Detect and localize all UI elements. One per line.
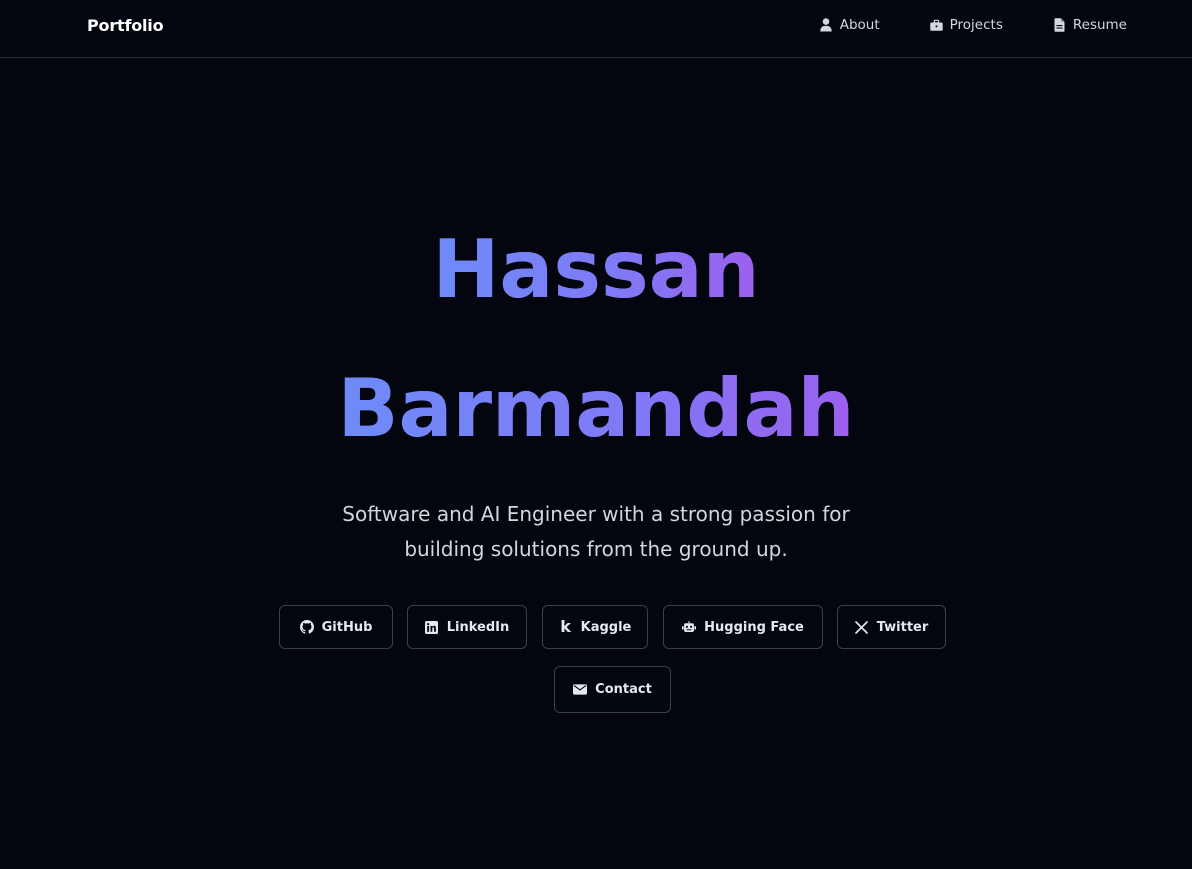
linkedin-button[interactable]: LinkedIn [407, 605, 527, 649]
github-button[interactable]: GitHub [279, 605, 393, 649]
nav-link-label: Resume [1072, 17, 1127, 33]
nav-link-projects[interactable]: Projects [929, 17, 1003, 33]
twitter-label: Twitter [876, 619, 929, 635]
briefcase-icon [929, 18, 943, 32]
hero-tagline: Software and AI Engineer with a strong p… [0, 497, 1192, 567]
contact-button[interactable]: Contact [554, 666, 671, 713]
envelope-icon [573, 683, 588, 697]
robot-icon [682, 620, 697, 634]
file-icon [1053, 18, 1066, 32]
linkedin-icon [425, 620, 439, 634]
kaggle-button[interactable]: k Kaggle [542, 605, 648, 649]
twitter-button[interactable]: Twitter [837, 605, 946, 649]
nav-links: About Projects Resume [770, 17, 1127, 33]
navbar: Portfolio About Projects Resume [0, 0, 1192, 58]
nav-link-label: About [839, 17, 880, 33]
nav-link-resume[interactable]: Resume [1053, 17, 1127, 33]
user-icon [820, 18, 833, 32]
nav-link-label: Projects [949, 17, 1003, 33]
linkedin-label: LinkedIn [446, 619, 510, 635]
contact-label: Contact [595, 682, 652, 697]
github-label: GitHub [321, 619, 373, 635]
x-icon [855, 620, 869, 634]
tagline-line-1: Software and AI Engineer with a strong p… [342, 502, 850, 526]
hero-name-first: Hassan [0, 230, 1192, 310]
tagline-line-2: building solutions from the ground up. [404, 537, 788, 561]
hugging-face-button[interactable]: Hugging Face [663, 605, 823, 649]
hugging-face-label: Hugging Face [704, 619, 804, 635]
kaggle-label: Kaggle [580, 619, 632, 635]
brand-logo-link[interactable]: Portfolio [87, 16, 164, 35]
github-icon [299, 620, 314, 634]
hero-name-last: Barmandah [0, 369, 1192, 449]
kaggle-icon: k [560, 617, 571, 636]
nav-link-about[interactable]: About [820, 17, 880, 33]
